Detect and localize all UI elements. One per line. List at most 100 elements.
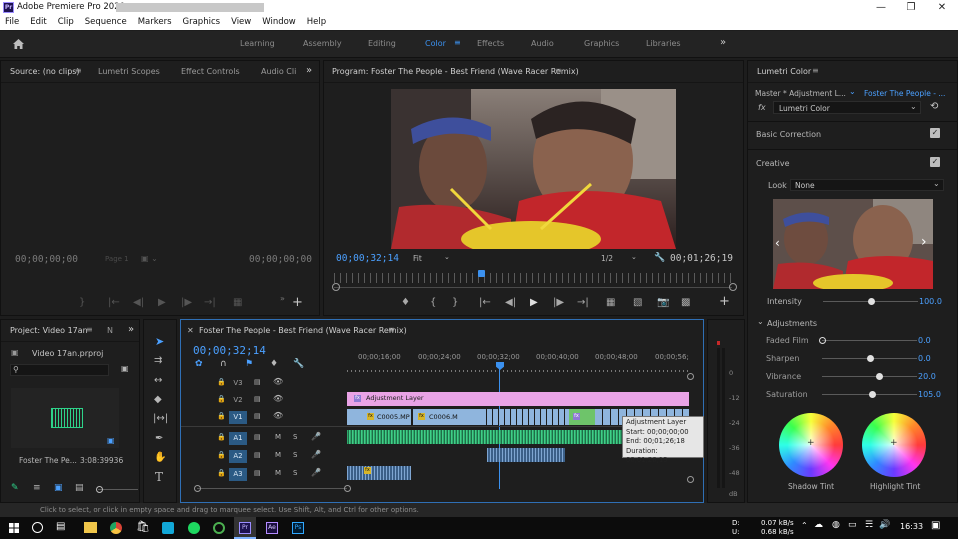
workspace-effects[interactable]: Effects [477, 39, 504, 48]
a2-audio-clip[interactable] [487, 448, 565, 462]
menu-graphics[interactable]: Graphics [178, 15, 227, 30]
lock-icon[interactable]: 🔒 [217, 395, 226, 403]
tab-media-browser[interactable]: N [107, 326, 113, 335]
creative-checkbox[interactable]: ✓ [930, 157, 940, 167]
step-back-icon[interactable]: ◀| [505, 298, 516, 308]
play-icon[interactable]: ▶ [530, 298, 538, 308]
tab-effect-controls[interactable]: Effect Controls [181, 67, 240, 76]
menu-help[interactable]: Help [302, 15, 332, 30]
program-scroll-end[interactable] [729, 283, 737, 291]
task-view-icon[interactable]: ▤ [56, 521, 65, 532]
track-header-a2[interactable]: 🔒 A2 ▤ M S 🎤 [181, 448, 347, 465]
v1-clip-c0005[interactable]: fx C0005.MP [347, 409, 411, 425]
tab-source[interactable]: Source: (no clips) [10, 67, 80, 76]
timeline-scrollbar[interactable] [197, 488, 347, 489]
eye-icon[interactable]: 👁 [273, 377, 283, 386]
sync-lock-icon[interactable]: ▤ [254, 378, 261, 386]
program-scroll-start[interactable] [332, 283, 340, 291]
pen-tool-icon[interactable]: ✒ [155, 433, 163, 444]
track-header-a3[interactable]: 🔒 A3 ▤ M S 🎤 [181, 466, 347, 483]
intensity-knob[interactable] [868, 298, 875, 305]
marker-icon[interactable]: ♦ [270, 359, 278, 369]
workspace-learning[interactable]: Learning [240, 39, 275, 48]
lock-icon[interactable]: 🔒 [217, 378, 226, 386]
timeline-vscroll-top[interactable] [687, 373, 694, 380]
workspace-menu-icon[interactable]: ≡ [454, 38, 461, 47]
adjustment-slider[interactable] [822, 373, 917, 380]
lock-icon[interactable]: 🔒 [217, 451, 226, 459]
tray-app-icon[interactable]: ◍ [832, 520, 840, 530]
sync-lock-icon[interactable]: ▤ [254, 433, 261, 441]
zoom-fit-chevron-icon[interactable]: ⌄ [444, 253, 450, 261]
sync-lock-icon[interactable]: ▤ [254, 469, 261, 477]
track-name[interactable]: V3 [229, 377, 247, 390]
microphone-icon[interactable]: 🎤 [311, 468, 321, 477]
project-item-thumbnail[interactable]: ▣ [11, 388, 119, 448]
track-select-tool-icon[interactable]: ⇉ [154, 355, 162, 366]
v1-clip-strip[interactable] [481, 409, 569, 425]
eye-icon[interactable]: 👁 [273, 394, 283, 403]
resolution-select[interactable]: 1/2 [601, 254, 613, 263]
track-header-v3[interactable]: 🔒 V3 ▤ 👁 [181, 375, 347, 392]
adjustment-layer-clip[interactable]: fx Adjustment Layer [347, 392, 689, 406]
slip-tool-icon[interactable]: |↔| [153, 413, 168, 424]
zoom-knob[interactable] [96, 486, 103, 493]
lock-icon[interactable]: 🔒 [217, 433, 226, 441]
a3-audio-clip[interactable]: fx [347, 466, 411, 480]
freeform-view-icon[interactable]: ▤ [75, 483, 84, 493]
tray-chevron-icon[interactable]: ⌃ [801, 521, 808, 530]
maximize-button[interactable]: ❐ [896, 0, 926, 15]
project-title[interactable]: Project: Video 17an [10, 326, 88, 335]
battery-icon[interactable]: ▭ [848, 520, 857, 530]
lock-icon[interactable]: 🔒 [217, 412, 226, 420]
play-icon[interactable]: ▶ [158, 298, 166, 308]
snap-icon[interactable]: ✿ [195, 359, 203, 369]
menu-clip[interactable]: Clip [53, 15, 80, 30]
basic-correction-heading[interactable]: Basic Correction [756, 130, 821, 139]
tab-audio-clip[interactable]: Audio Cli [261, 67, 296, 76]
intensity-slider[interactable] [823, 298, 918, 305]
sequence-title[interactable]: Foster The People - Best Friend (Wave Ra… [199, 326, 407, 335]
adjustment-slider[interactable] [822, 355, 917, 362]
basic-correction-checkbox[interactable]: ✓ [930, 128, 940, 138]
master-chevron-icon[interactable]: ⌄ [849, 87, 856, 96]
premiere-taskbar-icon[interactable]: Pr [239, 522, 251, 534]
adjustment-slider-value[interactable]: 20.0 [918, 372, 936, 381]
program-menu-icon[interactable]: ≡ [555, 66, 562, 75]
mark-in-icon[interactable]: { [430, 298, 436, 308]
workspace-assembly[interactable]: Assembly [303, 39, 342, 48]
v1-clip-c0006[interactable]: fx C0006.M [413, 409, 481, 425]
spotify-icon[interactable] [188, 522, 200, 534]
program-scrollbar[interactable] [334, 287, 732, 288]
compare-view-icon[interactable]: ▩ [681, 298, 690, 308]
sequence-menu-icon[interactable]: ≡ [388, 325, 395, 334]
menu-markers[interactable]: Markers [133, 15, 178, 30]
timeline-close-icon[interactable]: ✕ [187, 326, 194, 335]
menu-edit[interactable]: Edit [25, 15, 52, 30]
step-forward-icon[interactable]: |▶ [181, 298, 192, 308]
workspace-color[interactable]: Color [425, 39, 446, 48]
project-menu-icon[interactable]: ≡ [86, 325, 93, 334]
adjustments-heading[interactable]: Adjustments [767, 319, 817, 328]
program-title[interactable]: Program: Foster The People - Best Friend… [332, 67, 579, 76]
microphone-icon[interactable]: 🎤 [311, 450, 321, 459]
menu-view[interactable]: View [226, 15, 257, 30]
zoom-fit-select[interactable]: Fit [413, 254, 422, 263]
step-back-icon[interactable]: ◀| [133, 298, 144, 308]
mark-out-icon[interactable]: } [452, 298, 458, 308]
workspace-graphics[interactable]: Graphics [584, 39, 619, 48]
active-clip-label[interactable]: Foster The People - ... [864, 89, 945, 98]
linked-selection-icon[interactable]: ∩ [220, 359, 227, 369]
eye-icon[interactable]: 👁 [273, 411, 283, 420]
track-name[interactable]: V2 [229, 394, 247, 407]
slider-knob[interactable] [868, 391, 876, 398]
export-frame-icon[interactable]: 📷 [657, 298, 669, 308]
sync-lock-icon[interactable]: ▤ [254, 451, 261, 459]
lock-icon[interactable]: 🔒 [217, 469, 226, 477]
network-icon[interactable]: ☴ [865, 520, 873, 530]
mute-button[interactable]: M [275, 469, 281, 477]
track-name[interactable]: A3 [229, 468, 247, 481]
more-tabs-icon[interactable]: » [128, 324, 134, 335]
sync-lock-icon[interactable]: ▤ [254, 412, 261, 420]
menu-sequence[interactable]: Sequence [80, 15, 133, 30]
